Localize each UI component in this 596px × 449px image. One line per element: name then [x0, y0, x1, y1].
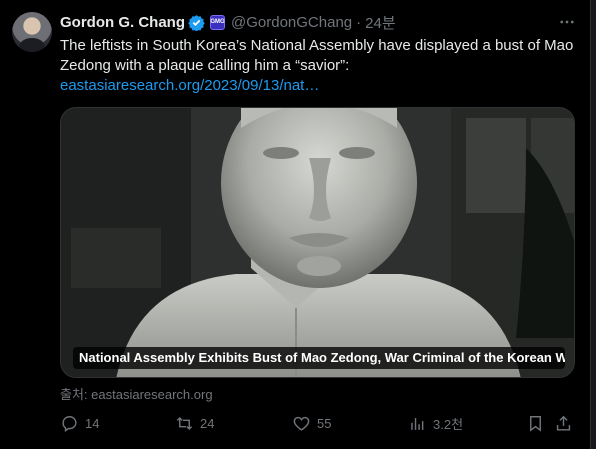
views-button[interactable]: 3.2천	[408, 410, 463, 436]
dot-separator: ·	[356, 13, 362, 31]
verified-badge-icon[interactable]	[188, 14, 205, 31]
views-icon	[411, 417, 424, 430]
tweet-header: Gordon G. Chang GMG @GordonGChang · 24분	[60, 12, 396, 32]
repost-icon	[176, 416, 193, 430]
action-bar: 14 24 55 3.2천	[56, 410, 576, 436]
reply-icon	[62, 415, 77, 432]
tweet-text: The leftists in South Korea’s National A…	[60, 36, 575, 96]
repost-count: 24	[200, 415, 215, 431]
like-icon	[293, 416, 310, 431]
bust-image	[61, 108, 574, 377]
repost-button[interactable]: 24	[175, 410, 214, 436]
tweet-body: The leftists in South Korea’s National A…	[60, 37, 574, 74]
reply-count: 14	[85, 415, 100, 431]
views-count: 3.2천	[433, 416, 464, 432]
author-name[interactable]: Gordon G. Chang	[60, 14, 185, 31]
more-icon[interactable]	[556, 12, 578, 32]
scrollbar[interactable]	[590, 0, 596, 449]
reply-button[interactable]: 14	[60, 410, 99, 436]
link-source[interactable]: 출처: eastasiaresearch.org	[60, 384, 213, 403]
tweet[interactable]: Gordon G. Chang GMG @GordonGChang · 24분 …	[0, 0, 596, 449]
media-card[interactable]: National Assembly Exhibits Bust of Mao Z…	[60, 107, 575, 378]
avatar[interactable]	[12, 12, 52, 52]
author-handle[interactable]: @GordonGChang	[231, 14, 352, 31]
tweet-link[interactable]: eastasiaresearch.org/2023/09/13/nat…	[60, 76, 575, 96]
share-button[interactable]	[554, 410, 573, 436]
like-count: 55	[317, 415, 332, 431]
like-button[interactable]: 55	[292, 410, 331, 436]
share-icon	[556, 415, 571, 431]
affiliate-badge-icon[interactable]: GMG	[210, 14, 225, 30]
media-caption[interactable]: National Assembly Exhibits Bust of Mao Z…	[73, 347, 565, 369]
bookmark-button[interactable]	[526, 410, 545, 436]
timestamp[interactable]: 24분	[365, 12, 396, 33]
bookmark-icon	[530, 415, 541, 432]
